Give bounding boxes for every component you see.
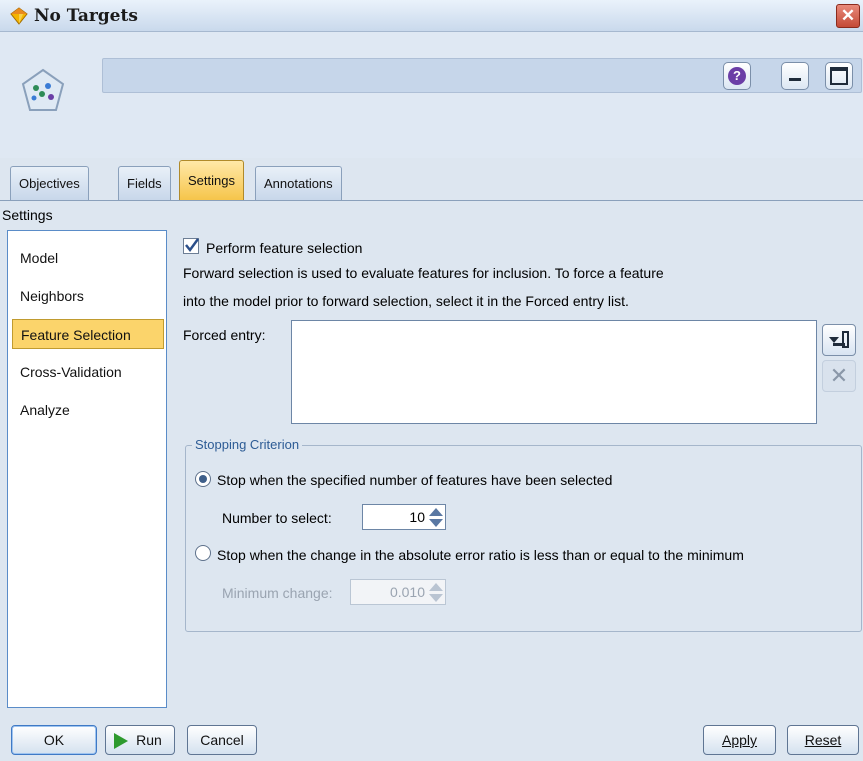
stop-by-count-radio[interactable] [195,471,211,487]
maximize-button[interactable] [825,62,853,90]
tab-fields[interactable]: Fields [118,166,171,200]
node-header [0,32,863,158]
reset-button[interactable]: Reset [787,725,859,755]
apply-button[interactable]: Apply [703,725,776,755]
feature-selection-checkbox[interactable] [183,238,200,254]
tab-bar: Objectives Fields Settings Annotations [0,160,863,200]
spinner-down-icon[interactable] [429,519,443,527]
spinner-up-icon[interactable] [429,508,443,516]
knn-node-icon [21,68,65,111]
remove-field-button[interactable]: ✕ [822,360,856,392]
minimize-icon [789,78,801,81]
tab-objectives[interactable]: Objectives [10,166,89,200]
feature-selection-label: Perform feature selection [206,240,363,256]
nav-item-neighbors[interactable]: Neighbors [12,281,164,311]
spinner-arrows [427,505,445,529]
minimum-change-spinner: 0.010 [350,579,446,605]
nav-item-feature-selection[interactable]: Feature Selection [12,319,164,349]
close-icon: ✕ [840,6,856,25]
minimum-change-label: Minimum change: [222,585,333,601]
run-label: Run [136,732,162,748]
number-to-select-spinner[interactable]: 10 [362,504,446,530]
window-title: No Targets [34,6,138,26]
nav-item-cross-validation[interactable]: Cross-Validation [12,357,164,387]
maximize-icon [830,67,848,85]
number-to-select-value: 10 [409,509,425,525]
checkmark-icon [185,238,200,253]
reset-label: Reset [804,732,842,748]
run-play-icon [114,733,128,749]
tab-annotations[interactable]: Annotations [255,166,342,200]
dialog-footer: OK Run Cancel Apply Reset [0,713,863,761]
delete-icon: ✕ [829,363,849,388]
forced-entry-list[interactable] [291,320,817,424]
stop-by-error-label: Stop when the change in the absolute err… [217,547,744,563]
description-line-2: into the model prior to forward selectio… [183,293,629,309]
stop-by-error-radio[interactable] [195,545,211,561]
minimum-change-value: 0.010 [389,584,425,600]
forced-entry-label: Forced entry: [183,327,266,343]
spinner-arrows-disabled [427,580,445,604]
nav-item-analyze[interactable]: Analyze [12,395,164,425]
title-bar: No Targets ✕ [0,0,863,32]
help-button[interactable]: ? [723,62,751,90]
settings-nav: Model Neighbors Feature Selection Cross-… [7,230,167,708]
tab-settings[interactable]: Settings [179,160,244,200]
close-button[interactable]: ✕ [836,4,860,28]
nav-item-model[interactable]: Model [12,243,164,273]
tab-divider [0,200,863,201]
cancel-button[interactable]: Cancel [187,725,257,755]
section-title: Settings [2,207,53,223]
description-line-1: Forward selection is used to evaluate fe… [183,265,664,281]
stopping-criterion-title: Stopping Criterion [192,437,303,452]
field-picker-icon [829,331,849,348]
apply-label: Apply [721,732,758,748]
minimize-button[interactable] [781,62,809,90]
app-diamond-icon [10,7,28,25]
number-to-select-label: Number to select: [222,510,332,526]
stop-by-count-label: Stop when the specified number of featur… [217,472,613,488]
pick-fields-button[interactable] [822,324,856,356]
spinner-up-icon [429,583,443,591]
ok-button[interactable]: OK [11,725,97,755]
run-button[interactable]: Run [105,725,175,755]
help-icon: ? [728,67,746,85]
spinner-down-icon [429,594,443,602]
